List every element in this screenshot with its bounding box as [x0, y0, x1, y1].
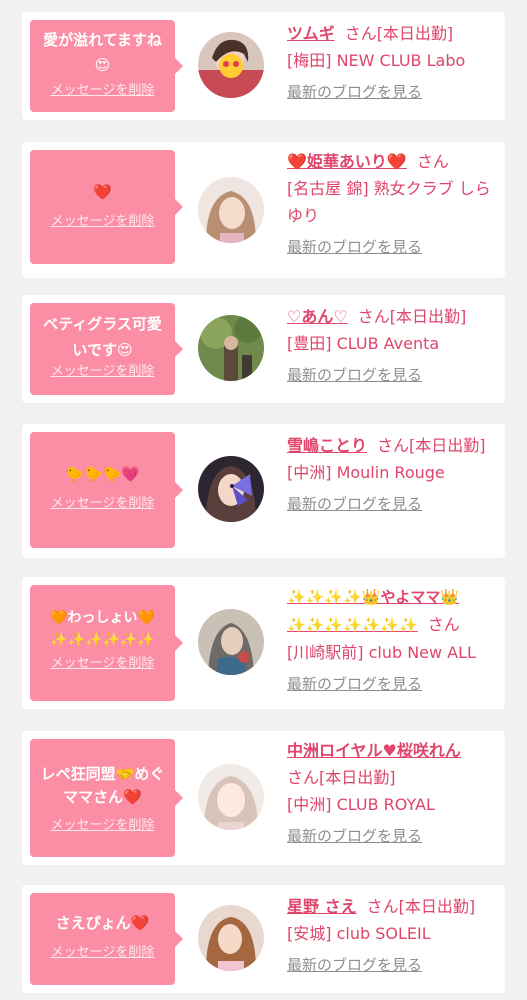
sender-name-link[interactable]: ツムギ	[287, 24, 335, 43]
sender-name-link[interactable]: ❤️姫華あいり❤️	[287, 152, 407, 171]
message-bubble: さえぴょん❤️ メッセージを削除	[30, 893, 183, 985]
sender-name-link[interactable]: 雪嶋ことり	[287, 436, 367, 455]
latest-blog-link[interactable]: 最新のブログを見る	[287, 823, 422, 850]
sender-info: 雪嶋ことり さん[本日出勤] [中洲] Moulin Rouge 最新のブログを見…	[287, 432, 499, 518]
latest-blog-link[interactable]: 最新のブログを見る	[287, 952, 422, 979]
message-text: 🐤🐤🐤💗	[65, 465, 140, 483]
avatar[interactable]	[198, 32, 264, 98]
message-bubble: 愛が溢れてますね😍 メッセージを削除	[30, 20, 183, 112]
sender-suffix: さん[本日出勤]	[377, 436, 486, 455]
message-card: 🧡わっしょい🧡 ✨✨✨✨✨✨ メッセージを削除 ✨✨✨✨👑やよママ👑✨✨✨✨✨✨…	[22, 577, 505, 709]
delete-message-link[interactable]: メッセージを削除	[36, 82, 169, 99]
latest-blog-link[interactable]: 最新のブログを見る	[287, 491, 422, 518]
avatar[interactable]	[198, 764, 264, 830]
message-text: 🧡わっしょい🧡 ✨✨✨✨✨✨	[50, 610, 155, 648]
sender-info: ツムギ さん[本日出勤] [梅田] NEW CLUB Labo 最新のブログを見る	[287, 20, 499, 106]
avatar-photo	[198, 456, 264, 522]
message-text: さえぴょん❤️	[55, 914, 150, 932]
message-list: 愛が溢れてますね😍 メッセージを削除 ツムギ さん[本日出勤] [梅田] NEW …	[0, 0, 527, 1000]
latest-blog-link[interactable]: 最新のブログを見る	[287, 671, 422, 698]
message-bubble: ベティグラス可愛いです😍 メッセージを削除	[30, 303, 183, 395]
avatar-photo	[198, 315, 264, 381]
sender-suffix: さん[本日出勤]	[344, 24, 454, 43]
shop-name: [安城] club SOLEIL	[287, 924, 431, 943]
message-card: レペ狂同盟🤝めぐママさん❤️ メッセージを削除 中洲ロイヤル♥桜咲れん さん[本日…	[22, 731, 505, 865]
message-bubble: ❤️ メッセージを削除	[30, 150, 183, 264]
sender-suffix: さん	[427, 615, 460, 634]
message-bubble: 🧡わっしょい🧡 ✨✨✨✨✨✨ メッセージを削除	[30, 585, 183, 701]
message-text: ❤️	[93, 183, 112, 201]
avatar[interactable]	[198, 456, 264, 522]
avatar-photo	[198, 764, 264, 830]
sender-suffix: さん[本日出勤]	[366, 897, 476, 916]
delete-message-link[interactable]: メッセージを削除	[36, 944, 169, 961]
message-card: 愛が溢れてますね😍 メッセージを削除 ツムギ さん[本日出勤] [梅田] NEW …	[22, 12, 505, 120]
message-text: 愛が溢れてますね😍	[43, 31, 162, 74]
delete-message-link[interactable]: メッセージを削除	[36, 213, 169, 230]
sender-name-link[interactable]: 中洲ロイヤル♥桜咲れん	[287, 741, 461, 760]
sender-info: 星野 さえ さん[本日出勤] [安城] club SOLEIL 最新のブログを見る	[287, 893, 499, 979]
message-card: さえぴょん❤️ メッセージを削除 星野 さえ さん[本日出勤] [安城] club…	[22, 885, 505, 993]
message-bubble: 🐤🐤🐤💗 メッセージを削除	[30, 432, 183, 548]
avatar[interactable]	[198, 905, 264, 971]
message-bubble: レペ狂同盟🤝めぐママさん❤️ メッセージを削除	[30, 739, 183, 857]
delete-message-link[interactable]: メッセージを削除	[36, 817, 169, 834]
avatar-photo	[198, 905, 264, 971]
shop-name: [梅田] NEW CLUB Labo	[287, 51, 466, 70]
sender-name-link[interactable]: 星野 さえ	[287, 897, 357, 916]
delete-message-link[interactable]: メッセージを削除	[36, 655, 169, 672]
sender-info: 中洲ロイヤル♥桜咲れん さん[本日出勤] [中洲] CLUB ROYAL 最新のブ…	[287, 737, 499, 850]
avatar-photo	[198, 177, 264, 243]
sender-suffix: さん	[416, 152, 449, 171]
message-card: ❤️ メッセージを削除 ❤️姫華あいり❤️ さん [名古屋 錦] 熟女クラブ しら…	[22, 142, 505, 278]
latest-blog-link[interactable]: 最新のブログを見る	[287, 79, 422, 106]
sender-info: ♡あん♡ さん[本日出勤] [豊田] CLUB Aventa 最新のブログを見る	[287, 303, 499, 389]
message-card: ベティグラス可愛いです😍 メッセージを削除 ♡あん♡ さん[本日出勤] [豊田] …	[22, 295, 505, 403]
message-text: ベティグラス可愛いです😍	[43, 315, 162, 359]
avatar[interactable]	[198, 315, 264, 381]
sender-suffix: さん[本日出勤]	[287, 768, 396, 787]
sender-info: ✨✨✨✨👑やよママ👑✨✨✨✨✨✨✨ さん [川崎駅前] club New ALL …	[287, 583, 499, 698]
shop-name: [中洲] Moulin Rouge	[287, 463, 445, 482]
message-card: 🐤🐤🐤💗 メッセージを削除 雪嶋ことり さん[本日出勤] [中洲] Moulin …	[22, 424, 505, 558]
sender-info: ❤️姫華あいり❤️ さん [名古屋 錦] 熟女クラブ しらゆり 最新のブログを見る	[287, 148, 499, 261]
delete-message-link[interactable]: メッセージを削除	[36, 495, 169, 512]
latest-blog-link[interactable]: 最新のブログを見る	[287, 362, 422, 389]
shop-name: [中洲] CLUB ROYAL	[287, 795, 435, 814]
avatar[interactable]	[198, 177, 264, 243]
shop-name: [名古屋 錦] 熟女クラブ しらゆり	[287, 179, 491, 225]
latest-blog-link[interactable]: 最新のブログを見る	[287, 234, 422, 261]
delete-message-link[interactable]: メッセージを削除	[36, 363, 169, 380]
avatar[interactable]	[198, 609, 264, 675]
avatar-photo	[198, 609, 264, 675]
shop-name: [川崎駅前] club New ALL	[287, 643, 476, 662]
sender-name-link[interactable]: ♡あん♡	[287, 307, 348, 326]
avatar-photo	[198, 32, 264, 98]
shop-name: [豊田] CLUB Aventa	[287, 334, 440, 353]
message-text: レペ狂同盟🤝めぐママさん❤️	[40, 765, 165, 806]
sender-suffix: さん[本日出勤]	[357, 307, 467, 326]
